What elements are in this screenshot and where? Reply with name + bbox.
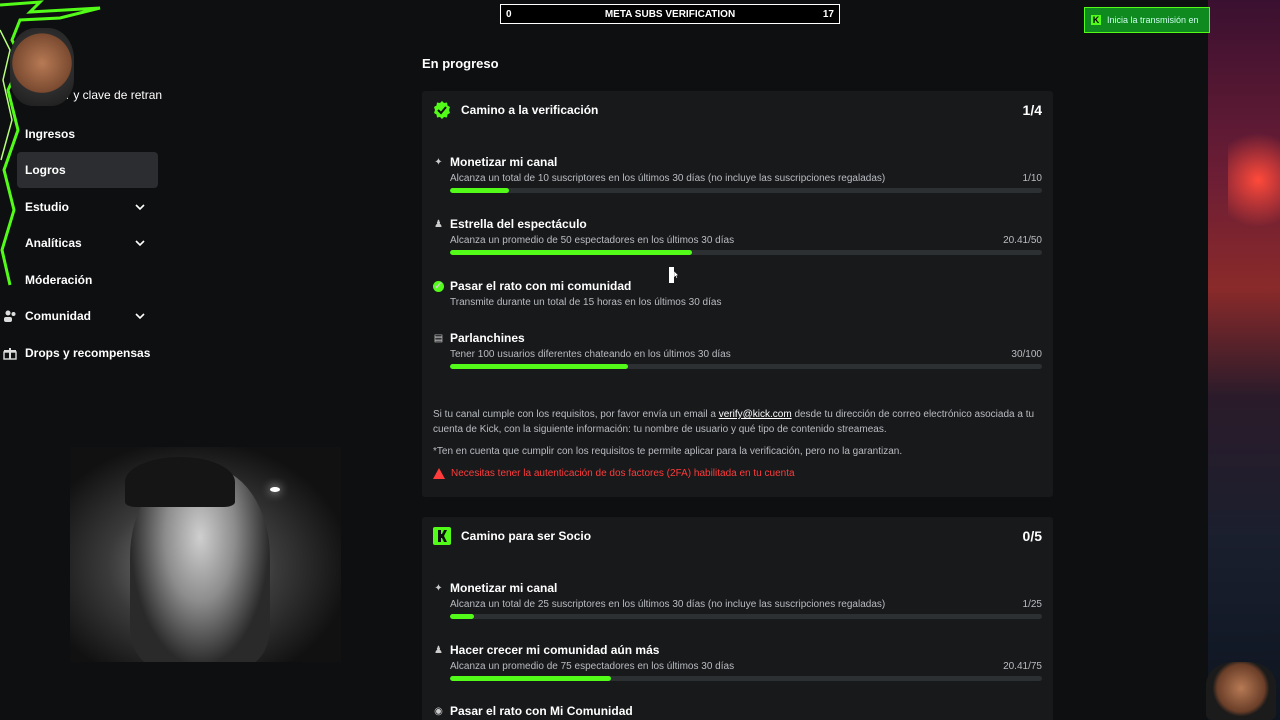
task-title: Parlanchines <box>450 331 525 345</box>
task-progress-fill <box>450 250 692 255</box>
kick-logo-icon: K <box>1091 15 1101 25</box>
task-progress-fill <box>450 188 510 193</box>
webcam-overlay <box>70 447 341 662</box>
task-progress-bar <box>450 614 1042 619</box>
task-description: Tener 100 usuarios diferentes chateando … <box>450 349 731 360</box>
warning-icon <box>433 468 445 479</box>
card-progress-count: 1/4 <box>1022 102 1042 118</box>
chevron-down-icon <box>135 240 145 247</box>
sidebar-item-comunidad[interactable]: Comunidad <box>0 298 158 334</box>
card-header: Camino a la verificación 1/4 <box>422 91 1053 129</box>
verify-email-link[interactable]: verify@kick.com <box>719 409 792 420</box>
chat-icon: ▤ <box>433 333 444 344</box>
sidebar-item-drops[interactable]: Drops y recompensas <box>0 335 158 371</box>
task-description: Alcanza un total de 25 suscriptores en l… <box>450 599 886 610</box>
task-progress-bar <box>450 364 1042 369</box>
task-value: 20.41/75 <box>1003 661 1042 672</box>
verification-note: Si tu canal cumple con los requisitos, p… <box>433 407 1043 437</box>
card-progress-count: 0/5 <box>1022 528 1042 544</box>
card-header: Camino para ser Socio 0/5 <box>422 517 1053 555</box>
task-title: Hacer crecer mi comunidad aún más <box>450 643 660 657</box>
users-icon <box>4 310 16 322</box>
meta-goal: 17 <box>822 8 834 20</box>
app-root: vidor y clave de retran Ingresos Logros … <box>0 0 1280 720</box>
note-text-pre: Si tu canal cumple con los requisitos, p… <box>433 409 716 420</box>
task-title: Monetizar mi canal <box>450 155 558 169</box>
task-value: 1/25 <box>1022 599 1042 610</box>
streamer-avatar <box>10 28 74 106</box>
task-title: Pasar el rato con Mi Comunidad <box>450 704 633 718</box>
task-progress-fill <box>450 614 474 619</box>
meta-subs-banner: 0 META SUBS VERIFICATION 17 <box>500 4 840 24</box>
kick-logo-icon <box>433 527 451 545</box>
section-title: En progreso <box>422 56 499 71</box>
chevron-down-icon <box>135 313 145 320</box>
task-value: 30/100 <box>1011 349 1042 360</box>
twofa-warning: Necesitas tener la autenticación de dos … <box>433 468 795 479</box>
task-progress-fill <box>450 364 628 369</box>
verification-disclaimer: *Ten en cuenta que cumplir con los requi… <box>433 446 903 457</box>
sidebar-item-label: Analíticas <box>25 236 82 250</box>
verified-badge-icon <box>434 101 450 119</box>
audience-icon: ♟ <box>434 645 443 656</box>
sidebar-item-label: Logros <box>25 163 66 177</box>
task-description: Alcanza un promedio de 50 espectadores e… <box>450 235 735 246</box>
task-title: Estrella del espectáculo <box>450 217 587 231</box>
check-icon: ✓ <box>433 281 444 292</box>
task-progress-fill <box>450 676 612 681</box>
card-title: Camino para ser Socio <box>461 529 592 543</box>
sidebar-item-label: Estudio <box>25 200 69 214</box>
warning-text: Necesitas tener la autenticación de dos … <box>451 468 795 479</box>
meta-title: META SUBS VERIFICATION <box>604 8 736 20</box>
task-description: Transmite durante un total de 15 horas e… <box>450 297 722 308</box>
card-title: Camino a la verificación <box>461 103 599 117</box>
sidebar-item-logros[interactable]: Logros <box>17 152 158 188</box>
chevron-down-icon <box>135 204 145 211</box>
sparkle-icon: ✦ <box>434 583 443 594</box>
webcam-light <box>270 487 280 492</box>
gift-icon <box>3 348 17 360</box>
sidebar-item-label: Drops y recompensas <box>25 346 151 360</box>
notification-text: Inicia la transmisión en <box>1107 15 1199 25</box>
sidebar-item-label: Comunidad <box>25 309 91 323</box>
sidebar-item-ingresos[interactable]: Ingresos <box>0 116 158 152</box>
sidebar-item-estudio[interactable]: Estudio <box>0 189 158 225</box>
task-progress-bar <box>450 188 1042 193</box>
verification-card: Camino a la verificación 1/4 ✦ Monetizar… <box>422 91 1053 497</box>
task-description: Alcanza un total de 10 suscriptores en l… <box>450 173 886 184</box>
task-progress-bar <box>450 676 1042 681</box>
task-value: 20.41/50 <box>1003 235 1042 246</box>
sidebar-item-label: Móderación <box>25 273 93 287</box>
sidebar-item-moderacion[interactable]: Móderación <box>0 262 158 298</box>
webcam-cap <box>125 457 235 507</box>
streamer-mini-avatar <box>1206 662 1276 720</box>
task-progress-bar <box>450 250 1042 255</box>
sidebar-item-label: Ingresos <box>25 127 76 141</box>
task-title: Pasar el rato con mi comunidad <box>450 279 632 293</box>
task-value: 1/10 <box>1022 173 1042 184</box>
audience-icon: ♟ <box>434 219 443 230</box>
broadcast-icon: ◉ <box>434 706 443 717</box>
task-title: Monetizar mi canal <box>450 581 558 595</box>
task-description: Alcanza un promedio de 75 espectadores e… <box>450 661 735 672</box>
sidebar-item-analiticas[interactable]: Analíticas <box>0 225 158 261</box>
stream-notification[interactable]: K Inicia la transmisión en <box>1084 7 1210 33</box>
game-background <box>1208 0 1280 720</box>
sparkle-icon: ✦ <box>434 157 443 168</box>
mouse-cursor <box>669 267 679 283</box>
game-glow <box>1228 120 1280 240</box>
partner-card: Camino para ser Socio 0/5 ✦ Monetizar mi… <box>422 517 1053 720</box>
